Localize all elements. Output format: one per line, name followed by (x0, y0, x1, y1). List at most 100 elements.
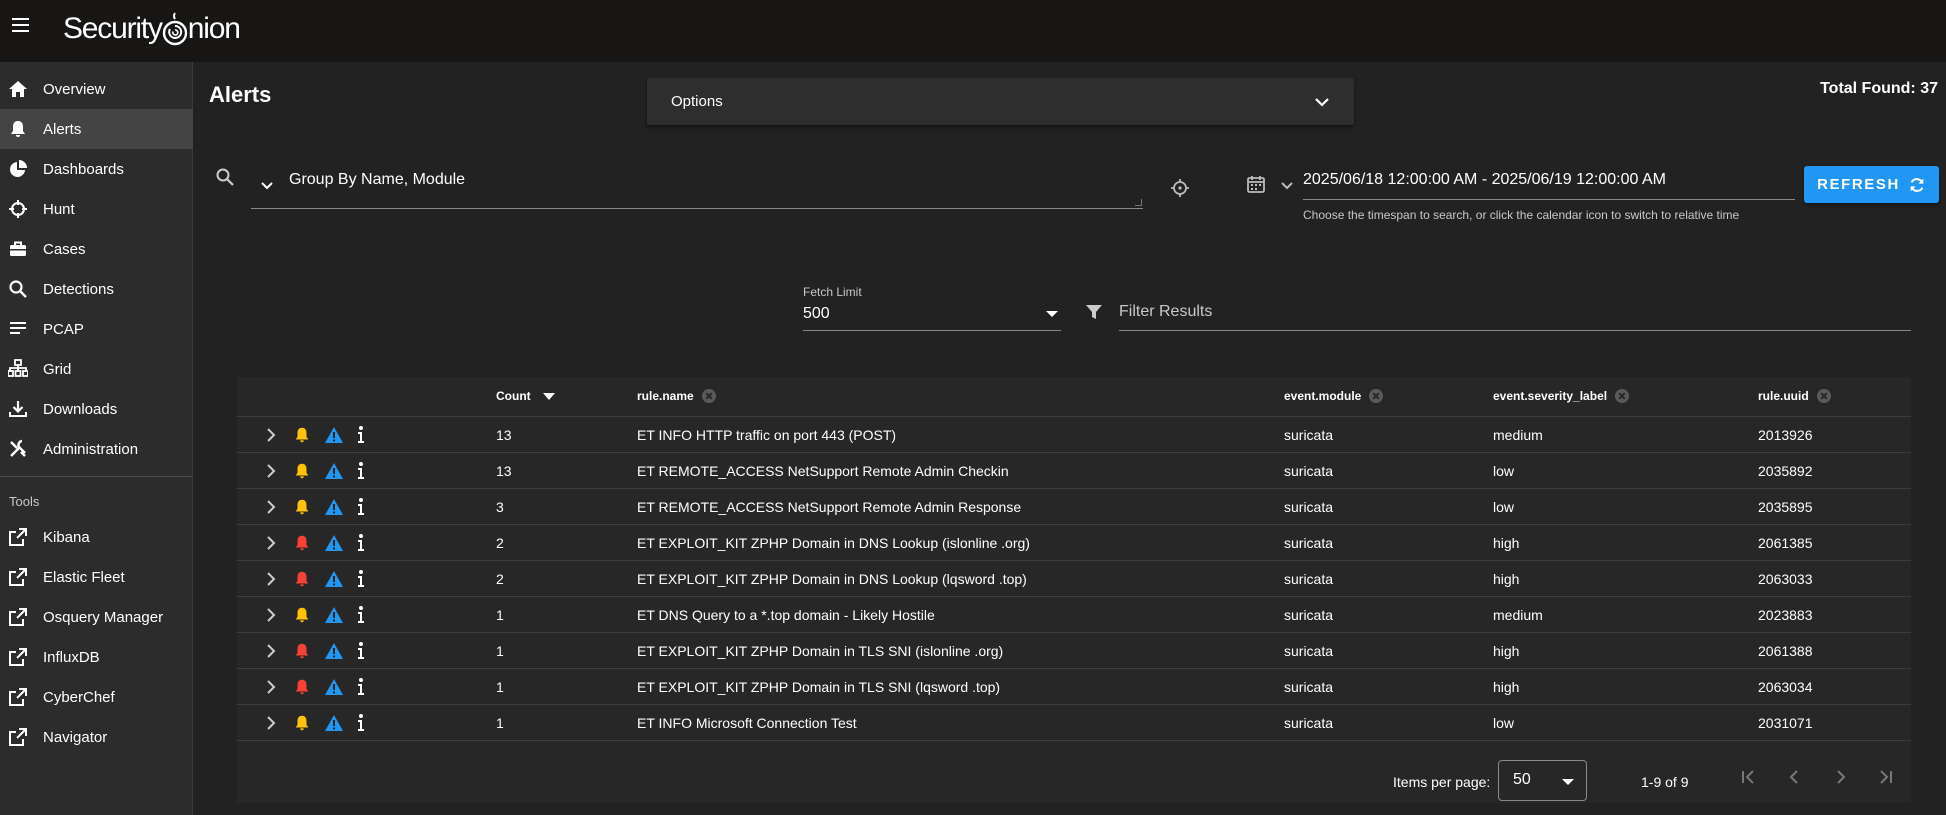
sidebar-item-overview[interactable]: Overview (0, 69, 193, 109)
chevron-right-icon[interactable] (263, 571, 279, 587)
warning-icon[interactable] (324, 678, 344, 696)
column-header-severity[interactable]: event.severity_label (1493, 389, 1630, 403)
bell-icon[interactable] (293, 678, 311, 696)
module-cell[interactable]: suricata (1284, 679, 1333, 695)
severity-cell[interactable]: high (1493, 643, 1519, 659)
table-row[interactable]: 3 ET REMOTE_ACCESS NetSupport Remote Admi… (237, 489, 1911, 525)
first-page-icon[interactable] (1738, 767, 1758, 787)
sidebar-item-navigator[interactable]: Navigator (0, 717, 193, 757)
info-icon[interactable] (356, 533, 366, 553)
severity-cell[interactable]: high (1493, 571, 1519, 587)
warning-icon[interactable] (324, 642, 344, 660)
severity-cell[interactable]: medium (1493, 607, 1543, 623)
chevron-right-icon[interactable] (263, 427, 279, 443)
next-page-icon[interactable] (1831, 767, 1851, 787)
sidebar-item-influxdb[interactable]: InfluxDB (0, 637, 193, 677)
rule-name-cell[interactable]: ET INFO HTTP traffic on port 443 (POST) (637, 427, 896, 443)
sidebar-item-detections[interactable]: Detections (0, 269, 193, 309)
rule-name-cell[interactable]: ET DNS Query to a *.top domain - Likely … (637, 607, 935, 623)
sidebar-item-elastic-fleet[interactable]: Elastic Fleet (0, 557, 193, 597)
filter-input[interactable] (1119, 303, 1911, 321)
uuid-cell[interactable]: 2023883 (1758, 607, 1813, 623)
chevron-down-icon[interactable] (1279, 178, 1295, 194)
uuid-cell[interactable]: 2061385 (1758, 535, 1813, 551)
crosshairs-icon[interactable] (1170, 178, 1190, 198)
sidebar-item-pcap[interactable]: PCAP (0, 309, 193, 349)
remove-column-icon[interactable] (1369, 389, 1384, 403)
chevron-right-icon[interactable] (263, 643, 279, 659)
chevron-right-icon[interactable] (263, 715, 279, 731)
info-icon[interactable] (356, 677, 366, 697)
table-row[interactable]: 1 ET DNS Query to a *.top domain - Likely… (237, 597, 1911, 633)
severity-cell[interactable]: low (1493, 463, 1514, 479)
remove-column-icon[interactable] (1816, 389, 1831, 403)
warning-icon[interactable] (324, 462, 344, 480)
sidebar-item-grid[interactable]: Grid (0, 349, 193, 389)
chevron-right-icon[interactable] (263, 499, 279, 515)
table-row[interactable]: 1 ET INFO Microsoft Connection Test surica… (237, 705, 1911, 741)
table-row[interactable]: 1 ET EXPLOIT_KIT ZPHP Domain in TLS SNI (… (237, 633, 1911, 669)
rule-name-cell[interactable]: ET REMOTE_ACCESS NetSupport Remote Admin… (637, 499, 1021, 515)
table-row[interactable]: 2 ET EXPLOIT_KIT ZPHP Domain in DNS Looku… (237, 561, 1911, 597)
bell-icon[interactable] (293, 534, 311, 552)
sidebar-item-cases[interactable]: Cases (0, 229, 193, 269)
sidebar-item-alerts[interactable]: Alerts (0, 109, 193, 149)
sidebar-item-dashboards[interactable]: Dashboards (0, 149, 193, 189)
severity-cell[interactable]: medium (1493, 427, 1543, 443)
module-cell[interactable]: suricata (1284, 607, 1333, 623)
uuid-cell[interactable]: 2035895 (1758, 499, 1813, 515)
column-header-event-module[interactable]: event.module (1284, 389, 1384, 403)
bell-icon[interactable] (293, 570, 311, 588)
uuid-cell[interactable]: 2013926 (1758, 427, 1813, 443)
chevron-down-icon[interactable] (259, 178, 275, 194)
sidebar-item-downloads[interactable]: Downloads (0, 389, 193, 429)
bell-icon[interactable] (293, 606, 311, 624)
table-row[interactable]: 13 ET REMOTE_ACCESS NetSupport Remote Adm… (237, 453, 1911, 489)
sidebar-item-kibana[interactable]: Kibana (0, 517, 193, 557)
remove-column-icon[interactable] (1615, 389, 1630, 403)
sidebar-item-cyberchef[interactable]: CyberChef (0, 677, 193, 717)
sort-desc-icon[interactable] (542, 392, 555, 400)
query-input[interactable]: Group By Name, Module (251, 160, 1143, 209)
rule-name-cell[interactable]: ET EXPLOIT_KIT ZPHP Domain in DNS Lookup… (637, 571, 1027, 587)
table-row[interactable]: 2 ET EXPLOIT_KIT ZPHP Domain in DNS Looku… (237, 525, 1911, 561)
severity-cell[interactable]: low (1493, 499, 1514, 515)
table-row[interactable]: 13 ET INFO HTTP traffic on port 443 (POST… (237, 417, 1911, 453)
app-logo[interactable]: Security nion (63, 9, 241, 49)
chevron-right-icon[interactable] (263, 463, 279, 479)
chevron-right-icon[interactable] (263, 679, 279, 695)
column-header-rule-name[interactable]: rule.name (637, 389, 716, 403)
rule-name-cell[interactable]: ET REMOTE_ACCESS NetSupport Remote Admin… (637, 463, 1009, 479)
filter-icon[interactable] (1085, 303, 1103, 321)
chevron-right-icon[interactable] (263, 607, 279, 623)
severity-cell[interactable]: high (1493, 535, 1519, 551)
bell-icon[interactable] (293, 462, 311, 480)
rule-name-cell[interactable]: ET INFO Microsoft Connection Test (637, 715, 857, 731)
calendar-icon[interactable] (1246, 174, 1266, 194)
sidebar-item-osquery-manager[interactable]: Osquery Manager (0, 597, 193, 637)
remove-column-icon[interactable] (701, 389, 716, 403)
severity-cell[interactable]: high (1493, 679, 1519, 695)
chevron-right-icon[interactable] (263, 535, 279, 551)
last-page-icon[interactable] (1876, 767, 1896, 787)
info-icon[interactable] (356, 605, 366, 625)
info-icon[interactable] (356, 461, 366, 481)
module-cell[interactable]: suricata (1284, 463, 1333, 479)
info-icon[interactable] (356, 569, 366, 589)
uuid-cell[interactable]: 2031071 (1758, 715, 1813, 731)
module-cell[interactable]: suricata (1284, 427, 1333, 443)
info-icon[interactable] (356, 497, 366, 517)
column-header-rule-uuid[interactable]: rule.uuid (1758, 389, 1831, 403)
uuid-cell[interactable]: 2035892 (1758, 463, 1813, 479)
sidebar-item-administration[interactable]: Administration (0, 429, 193, 469)
bell-icon[interactable] (293, 426, 311, 444)
bell-icon[interactable] (293, 498, 311, 516)
bell-icon[interactable] (293, 714, 311, 732)
uuid-cell[interactable]: 2061388 (1758, 643, 1813, 659)
rule-name-cell[interactable]: ET EXPLOIT_KIT ZPHP Domain in TLS SNI (i… (637, 643, 1003, 659)
column-header-count[interactable]: Count (496, 389, 555, 403)
fetch-limit-select[interactable]: 500 (803, 301, 1061, 331)
refresh-button[interactable]: REFRESH (1804, 166, 1939, 203)
module-cell[interactable]: suricata (1284, 715, 1333, 731)
warning-icon[interactable] (324, 606, 344, 624)
